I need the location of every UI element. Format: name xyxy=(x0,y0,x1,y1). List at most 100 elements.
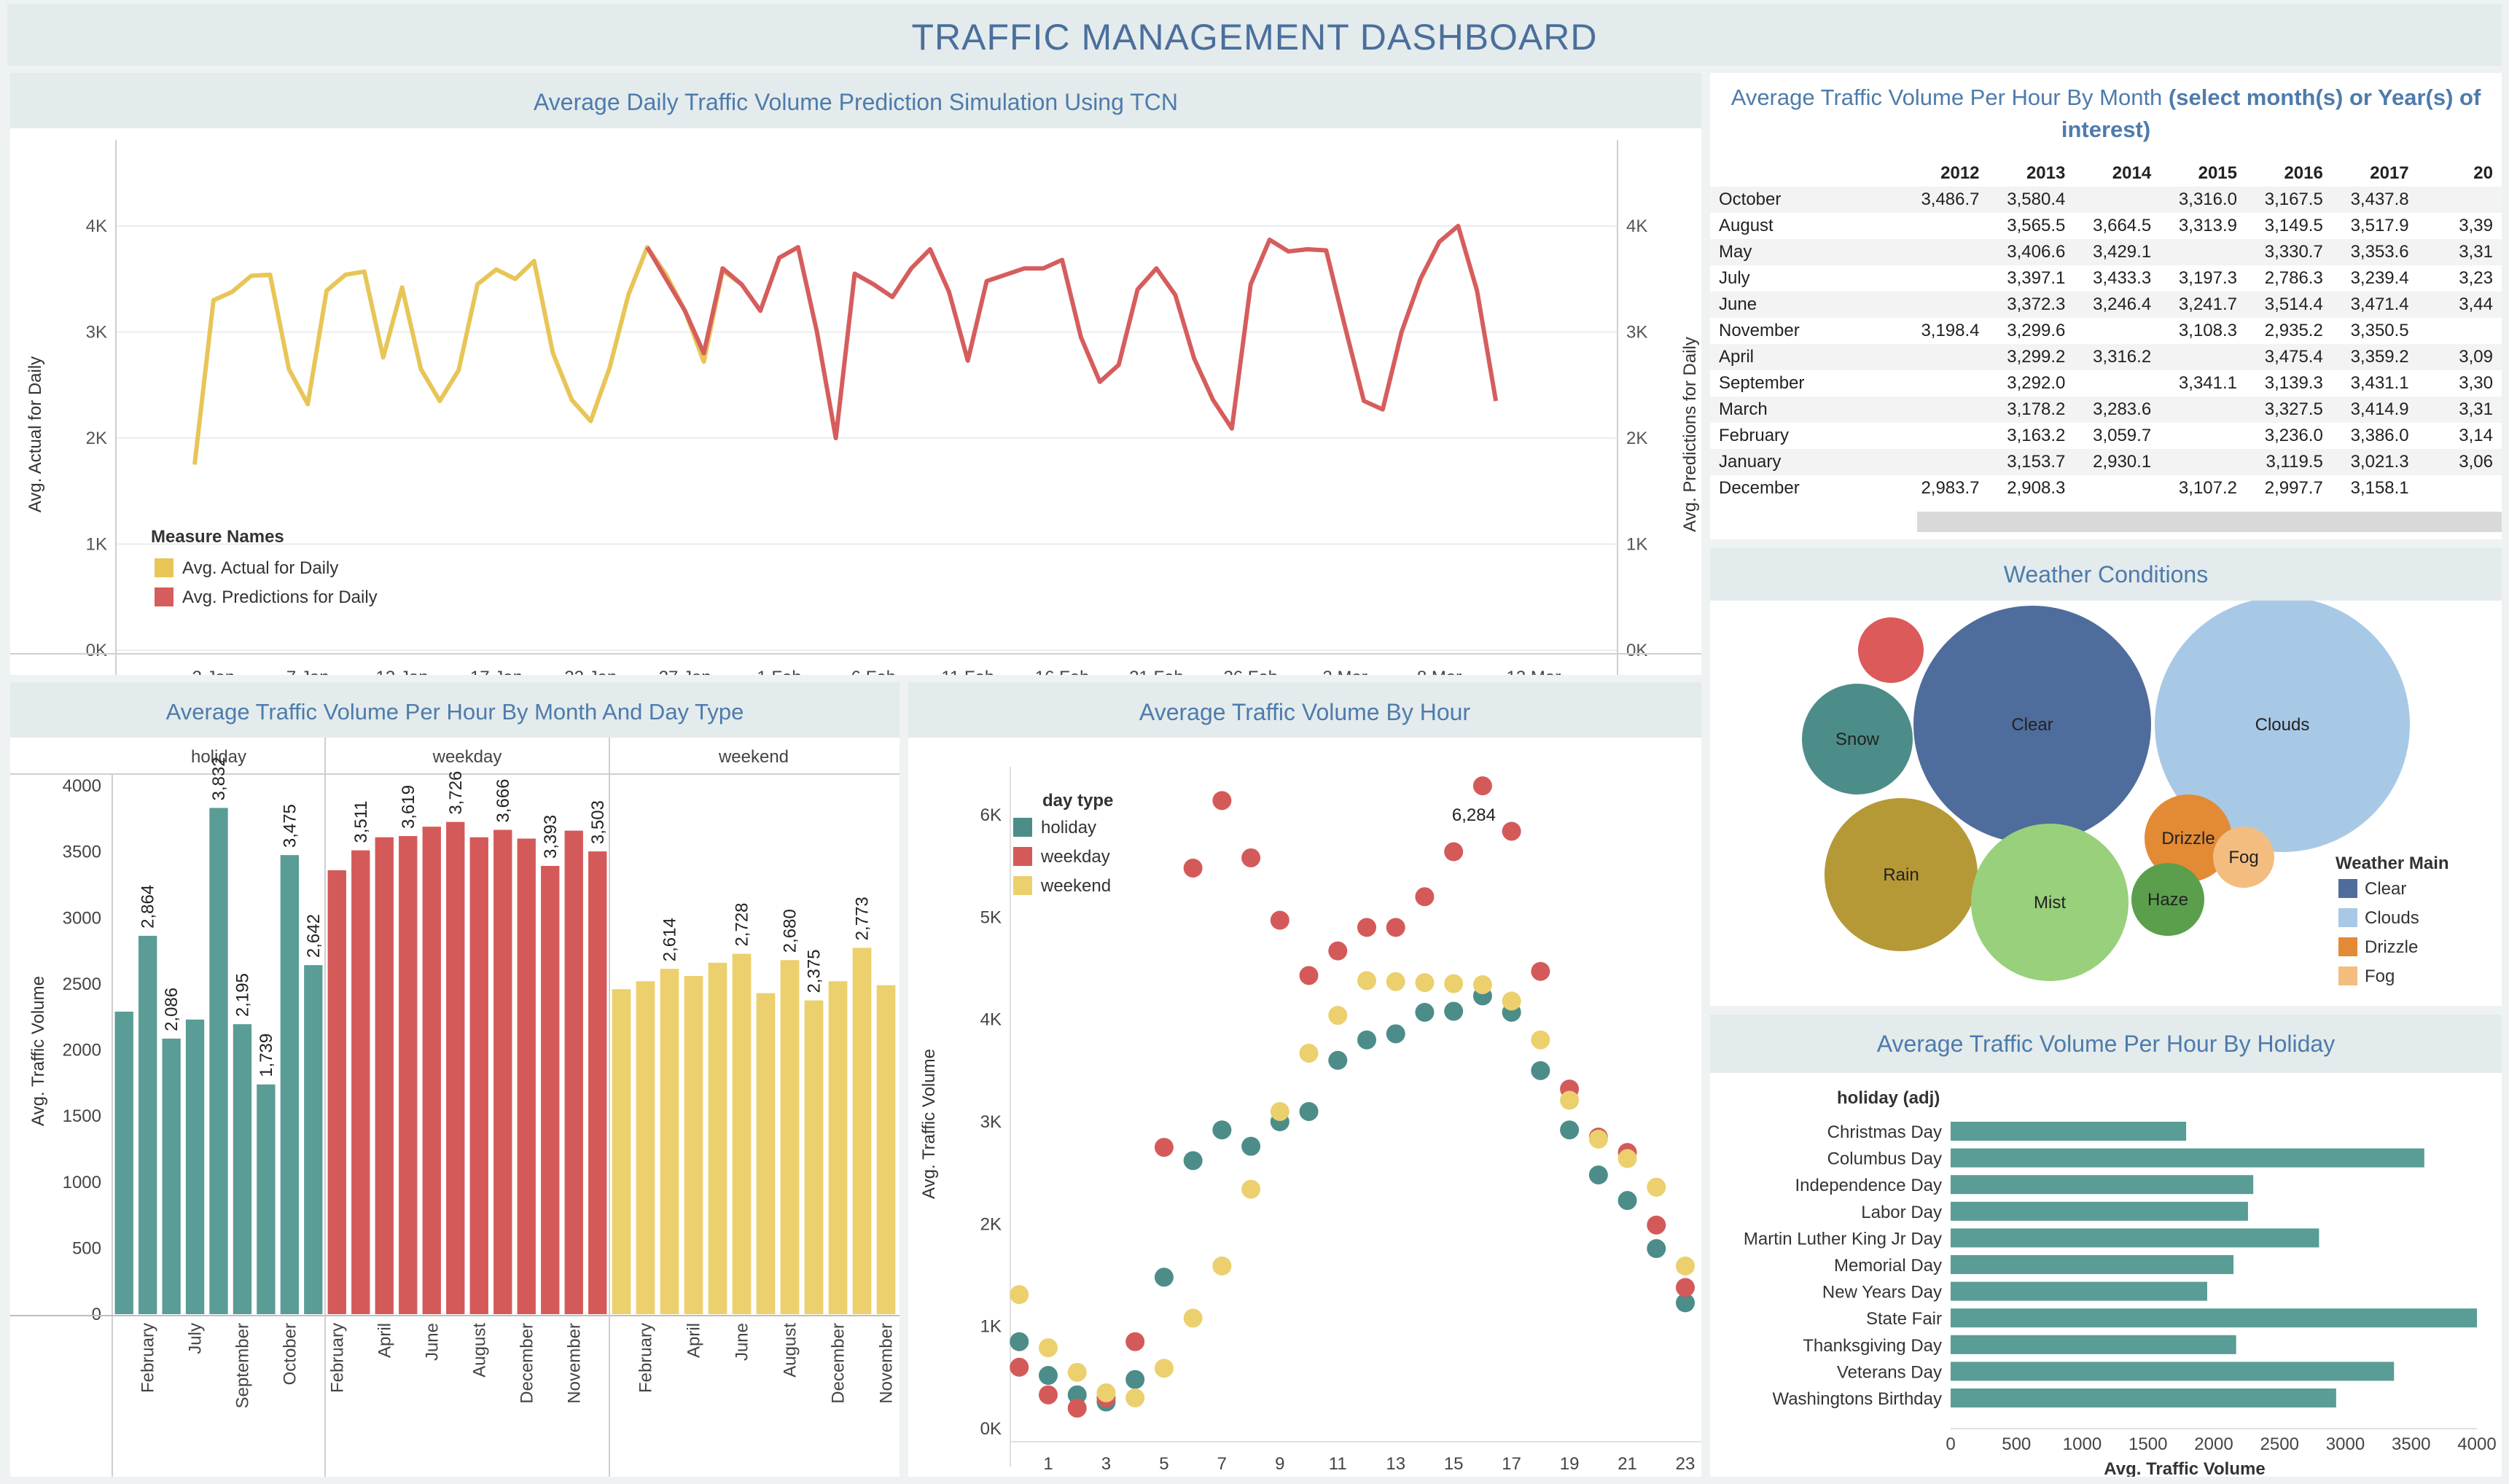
table-cell: 3,107.2 xyxy=(2178,478,2237,498)
bar xyxy=(756,993,776,1314)
x-tick-label: 26 Feb xyxy=(1223,668,1278,675)
month-label[interactable]: July xyxy=(1710,265,1903,292)
weekend-point xyxy=(1067,1362,1087,1382)
month-label[interactable]: January xyxy=(1710,449,1903,475)
year-header[interactable]: 2014 xyxy=(2074,160,2160,187)
weekday-point xyxy=(1125,1332,1145,1351)
table-row[interactable]: March 3,178.2 3,283.6 3,327.5 3,414.9 3,31 xyxy=(1710,397,2502,423)
weekend-point xyxy=(1010,1285,1029,1305)
weekday-point xyxy=(1010,1357,1029,1377)
x-tick-label: 17 xyxy=(1502,1454,1521,1474)
table-row[interactable]: October 3,486.7 3,580.4 3,316.0 3,167.5 3,437… xyxy=(1710,187,2502,213)
month-label[interactable]: August xyxy=(1710,213,1903,239)
x-tick-label: 2 Jan xyxy=(192,668,235,675)
bubble-thunderstorm xyxy=(1858,617,1924,683)
weather-panel[interactable]: Weather Conditions Clear Clouds Rain Mist Sn… xyxy=(1710,548,2502,1006)
table-cell: 3,664.5 xyxy=(2093,216,2152,235)
y-tick-right: 2K xyxy=(1626,429,1647,448)
bar xyxy=(469,837,488,1314)
table-cell: 3,021.3 xyxy=(2331,449,2418,475)
daytype-bar-chart[interactable]: 0 500 1000 1500 2000 2500 3000 3500 4000 Avg. Tra… xyxy=(10,738,900,1477)
table-cell: 2,908.3 xyxy=(2007,478,2066,498)
bar-value-label: 2,864 xyxy=(138,885,158,929)
table-row[interactable]: August 3,565.5 3,664.5 3,313.9 3,149.5 3,517.… xyxy=(1710,213,2502,239)
table-cell: 3,341.1 xyxy=(2178,373,2237,393)
daytype-bars-panel[interactable]: Average Traffic Volume Per Hour By Month… xyxy=(10,682,900,1477)
weekend-point xyxy=(1415,973,1435,993)
month-label[interactable]: December xyxy=(1710,475,1903,501)
holiday-bar-chart[interactable]: holiday (adj) Christmas Day Columbus Day In… xyxy=(1710,1073,2502,1477)
month-label[interactable]: June xyxy=(1710,292,1903,318)
year-header[interactable]: 20 xyxy=(2418,160,2502,187)
monthly-table-viewport[interactable]: 2012 2013 2014 2015 2016 2017 20 October 3,486.7… xyxy=(1710,160,2502,516)
x-tick-label: August xyxy=(781,1323,800,1378)
y-tick-left: 1K xyxy=(86,535,107,555)
daily-prediction-chart[interactable]: 0K 0K 1K 1K 2K 2K 3K 3K 4K 4K 2 Jan 7 Jan 12 Jan 17 J… xyxy=(10,128,1701,675)
table-cell xyxy=(2074,370,2160,397)
month-label[interactable]: April xyxy=(1710,344,1903,370)
hourly-panel[interactable]: Average Traffic Volume By Hour 0K 1K 2K 3K 4… xyxy=(908,682,1701,1477)
table-cell: 3,299.2 xyxy=(1988,344,2075,370)
holiday-point xyxy=(1154,1268,1174,1287)
month-label[interactable]: March xyxy=(1710,397,1903,423)
bar xyxy=(375,837,394,1314)
bar-value-label: 3,511 xyxy=(351,800,371,843)
weekday-point xyxy=(1241,848,1261,867)
x-tick-label: February xyxy=(138,1323,158,1393)
table-cell xyxy=(2074,475,2160,501)
weekend-point xyxy=(1183,1308,1203,1328)
table-row[interactable]: September 3,292.0 3,341.1 3,139.3 3,431.1 3,3… xyxy=(1710,370,2502,397)
bar xyxy=(612,989,631,1314)
weekend-point xyxy=(1444,974,1464,993)
table-row[interactable]: June 3,372.3 3,246.4 3,241.7 3,514.4 3,471.4 3… xyxy=(1710,292,2502,318)
year-header[interactable]: 2017 xyxy=(2332,160,2418,187)
bar xyxy=(304,965,323,1314)
table-cell: 3,059.7 xyxy=(2093,426,2152,445)
month-label[interactable]: February xyxy=(1710,423,1903,449)
year-header[interactable]: 2016 xyxy=(2246,160,2332,187)
legend-swatch xyxy=(1013,818,1032,837)
month-label[interactable]: October xyxy=(1710,187,1903,213)
month-label[interactable]: November xyxy=(1710,318,1903,344)
peak-value-label: 6,284 xyxy=(1452,805,1496,825)
hourly-scatter-chart[interactable]: 0K1K2K3K4K5K6K1 3 5 7 9 11 13 15 17 19 21 23Avg. Tr… xyxy=(908,738,1701,1477)
month-label[interactable]: September xyxy=(1710,370,1903,397)
bar xyxy=(1951,1201,2248,1221)
holiday-bars-panel[interactable]: Average Traffic Volume Per Hour By Holid… xyxy=(1710,1015,2502,1477)
weekend-point xyxy=(1299,1043,1319,1063)
weekend-point xyxy=(1472,975,1492,994)
weather-bubble-chart[interactable]: Clear Clouds Rain Mist Snow Drizzle Haze Fog Wea… xyxy=(1710,601,2502,1006)
table-row[interactable]: May 3,406.6 3,429.1 3,330.7 3,353.6 3,31 xyxy=(1710,239,2502,265)
bubble-label: Fog xyxy=(2228,848,2258,867)
hourly-header: Average Traffic Volume By Hour xyxy=(908,682,1701,738)
x-tick-label: April xyxy=(375,1323,394,1358)
table-cell: 3,372.3 xyxy=(1988,292,2075,318)
year-header[interactable]: 2012 xyxy=(1903,160,1989,187)
x-tick-label: 4000 xyxy=(2457,1434,2496,1454)
y-tick-label: 6K xyxy=(980,805,1002,825)
table-row[interactable]: April 3,299.2 3,316.2 3,475.4 3,359.2 3,09 xyxy=(1710,344,2502,370)
table-row[interactable]: July 3,397.1 3,433.3 3,197.3 2,786.3 3,239.4 3… xyxy=(1710,265,2502,292)
weekday-point xyxy=(1270,910,1289,930)
daytype-bars-header: Average Traffic Volume Per Hour By Month… xyxy=(10,682,900,738)
horizontal-scrollbar[interactable] xyxy=(1917,512,2502,532)
table-row[interactable]: November 3,198.4 3,299.6 3,108.3 2,935.2 3,35… xyxy=(1710,318,2502,344)
month-label[interactable]: May xyxy=(1710,239,1903,265)
year-header[interactable]: 2015 xyxy=(2160,160,2246,187)
table-cell: 3,241.7 xyxy=(2160,292,2246,318)
y-tick-label: 3K xyxy=(980,1112,1002,1132)
category-header: holiday (adj) xyxy=(1837,1088,1940,1108)
legend-label: Avg. Actual for Daily xyxy=(182,558,338,578)
bar-value-label: 2,195 xyxy=(233,973,252,1017)
table-row[interactable]: February 3,163.2 3,059.7 3,236.0 3,386.0 3,14 xyxy=(1710,423,2502,449)
daily-prediction-panel[interactable]: Average Daily Traffic Volume Prediction … xyxy=(10,73,1701,675)
monthly-table-panel[interactable]: Average Traffic Volume Per Hour By Month… xyxy=(1710,73,2502,539)
table-row[interactable]: January 3,153.7 2,930.1 3,119.5 3,021.3 3,06 xyxy=(1710,449,2502,475)
x-tick-label: 12 Jan xyxy=(376,668,429,675)
bar xyxy=(588,851,607,1314)
x-tick-label: December xyxy=(829,1323,848,1404)
year-header[interactable]: 2013 xyxy=(1989,160,2075,187)
table-row[interactable]: December 2,983.7 2,908.3 3,107.2 2,997.7 3,15… xyxy=(1710,475,2502,501)
y-tick-right: 0K xyxy=(1626,641,1647,660)
weekday-point xyxy=(1299,966,1319,985)
